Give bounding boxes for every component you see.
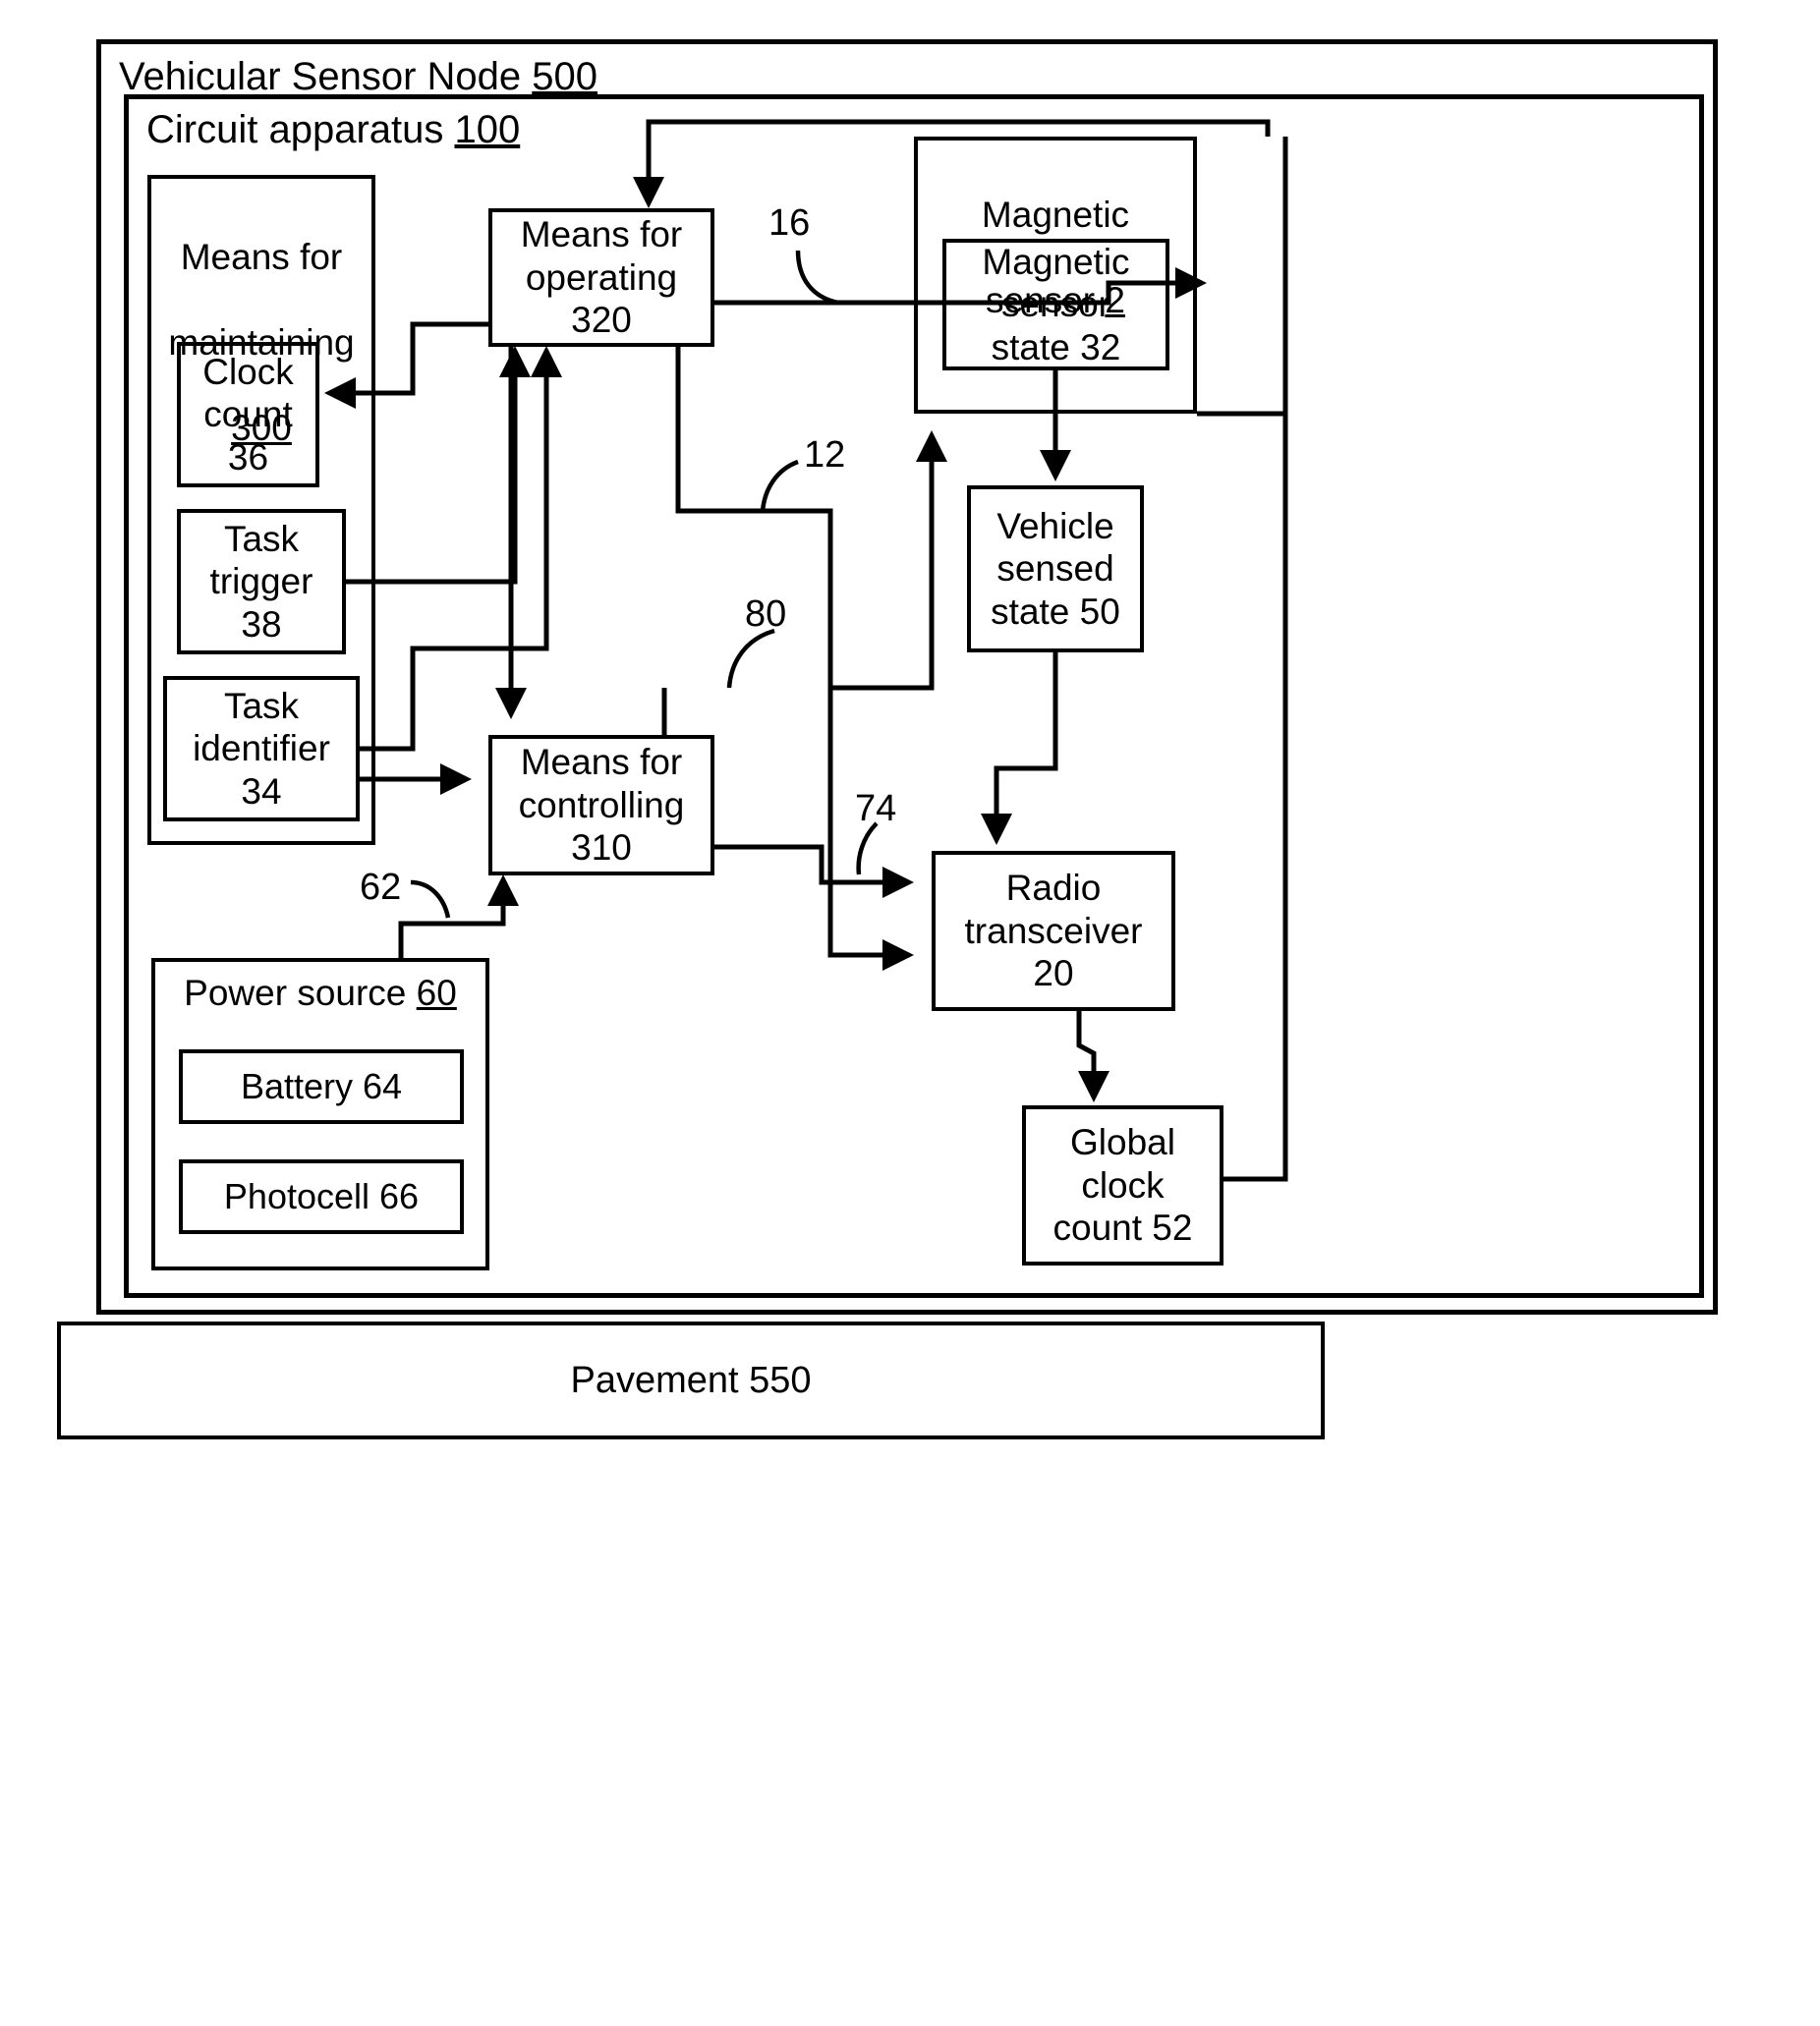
power-source-number: 60 xyxy=(416,973,457,1013)
circuit-apparatus-label: Circuit apparatus 100 xyxy=(146,108,521,151)
vehicle-sensed-state-block: Vehicle sensed state 50 xyxy=(967,485,1144,652)
patent-figure: Vehicular Sensor Node 500 Circuit appara… xyxy=(0,0,1820,2026)
means-for-controlling-label: Means for controlling 310 xyxy=(518,742,685,869)
reference-numeral-12: 12 xyxy=(804,434,846,476)
means-for-controlling-block: Means for controlling 310 xyxy=(488,735,714,875)
reference-numeral-80: 80 xyxy=(745,593,787,635)
reference-numeral-74: 74 xyxy=(855,788,897,829)
global-clock-count-label: Global clock count 52 xyxy=(1052,1122,1193,1249)
reference-numeral-62: 62 xyxy=(360,867,402,908)
means-for-operating-label: Means for operating 320 xyxy=(520,214,683,341)
clock-count-block: Clock count 36 xyxy=(177,342,319,487)
task-trigger-block: Task trigger 38 xyxy=(177,509,346,654)
battery-block: Battery 64 xyxy=(179,1049,464,1124)
magnetic-sensor-state-label: Magnetic sensor state 32 xyxy=(982,241,1130,367)
magnetic-sensor-state-block: Magnetic sensor state 32 xyxy=(942,239,1169,370)
radio-transceiver-block: Radio transceiver 20 xyxy=(932,851,1175,1011)
means-for-operating-block: Means for operating 320 xyxy=(488,208,714,347)
vehicle-sensed-state-label: Vehicle sensed state 50 xyxy=(991,505,1120,632)
radio-transceiver-label: Radio transceiver 20 xyxy=(964,868,1143,994)
clock-count-label: Clock count 36 xyxy=(202,351,294,478)
pavement-label: Pavement 550 xyxy=(570,1359,812,1401)
circuit-apparatus-number: 100 xyxy=(454,108,521,151)
battery-label: Battery 64 xyxy=(240,1065,403,1106)
photocell-label: Photocell 66 xyxy=(223,1175,420,1216)
vehicular-sensor-node-number: 500 xyxy=(532,55,598,98)
global-clock-count-block: Global clock count 52 xyxy=(1022,1105,1223,1266)
task-identifier-block: Task identifier 34 xyxy=(163,676,360,821)
pavement-block: Pavement 550 xyxy=(57,1322,1325,1439)
photocell-block: Photocell 66 xyxy=(179,1159,464,1234)
power-source-label: Power source 60 xyxy=(184,973,457,1013)
reference-numeral-16: 16 xyxy=(768,202,811,244)
task-trigger-label: Task trigger 38 xyxy=(209,518,313,645)
task-identifier-label: Task identifier 34 xyxy=(193,685,330,812)
